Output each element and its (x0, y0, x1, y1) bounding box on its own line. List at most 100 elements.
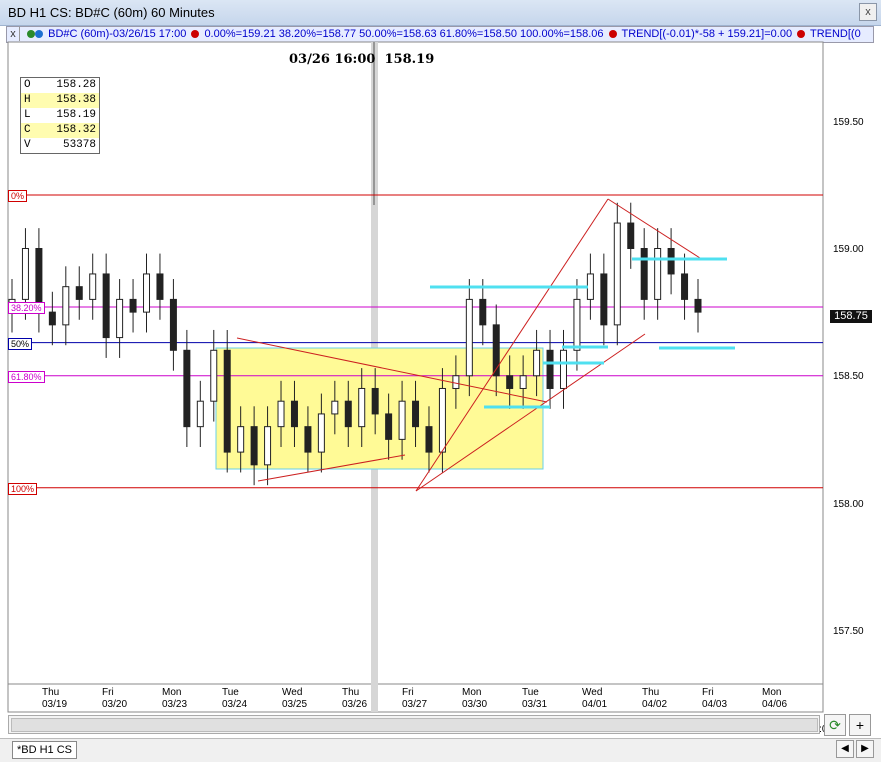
candle-body (129, 298, 137, 313)
crosshair-date: 03/26 16:00 (289, 52, 376, 67)
stat-value: 158.38 (56, 94, 96, 106)
crosshair-price: 158.19 (384, 52, 435, 67)
candle-body (573, 298, 581, 351)
study-bar: x BD#C (60m)-03/26/15 17:00 0.00%=159.21… (6, 26, 874, 43)
tab-right-icon[interactable]: ▶ (856, 740, 874, 758)
candle-body (600, 273, 608, 326)
stat-key: H (24, 94, 31, 106)
candle-body (183, 349, 191, 428)
candle-body (627, 222, 635, 250)
day-date: 03/30 (462, 699, 488, 710)
candle-body (21, 248, 29, 300)
stat-key: L (24, 109, 31, 121)
candle-body (223, 349, 231, 453)
trend-lines (236, 198, 701, 492)
candle-body (331, 400, 339, 415)
consolidation-box (215, 347, 544, 470)
stat-value: 158.32 (56, 124, 96, 136)
candle-body (290, 400, 298, 428)
stat-key: V (24, 139, 31, 151)
day-name: Mon (762, 687, 782, 698)
chart-plot-area (7, 41, 824, 713)
candle-body (196, 400, 204, 428)
last-price-tag: 158.75 (830, 310, 872, 323)
trend-line-upper (236, 337, 548, 403)
day-name: Fri (402, 687, 414, 698)
candle-body (48, 311, 56, 326)
window-title: BD H1 CS: BD#C (60m) 60 Minutes (8, 5, 215, 20)
y-axis-label: 159.50 (833, 117, 864, 128)
candle-body (102, 273, 110, 339)
horizontal-scrollbar[interactable] (8, 715, 820, 734)
day-label: Thu 04/02 (642, 687, 667, 711)
study-blue-dot-icon[interactable] (35, 30, 44, 38)
close-icon[interactable]: x (859, 3, 877, 21)
day-label: Thu 03/19 (42, 687, 67, 711)
day-label: Fri 03/27 (402, 687, 427, 711)
day-date: 04/01 (582, 699, 608, 710)
ohlc-panel: O 158.28 H 158.38 L 158.19 C 158.32 V 53378 (20, 77, 100, 154)
day-label: Mon 03/30 (462, 687, 487, 711)
fib-level-tag: 38.20% (8, 302, 45, 315)
crosshair-bar (371, 42, 378, 712)
candle-body (681, 273, 689, 300)
day-date: 04/03 (702, 699, 728, 710)
stat-row-volume: V 53378 (21, 138, 99, 153)
stat-row-open: O 158.28 (21, 78, 99, 93)
day-date: 03/25 (282, 699, 308, 710)
fib-level-tag: 50% (8, 337, 33, 350)
candle-body (304, 426, 312, 453)
candle-body (398, 400, 406, 440)
price-chart[interactable] (0, 0, 881, 761)
day-name: Fri (702, 687, 714, 698)
candle-body (89, 273, 97, 300)
trend2-dot-icon[interactable] (797, 30, 806, 38)
stat-value: 158.28 (56, 79, 96, 91)
candle-body (62, 286, 70, 326)
fib-level-tag: 61.80% (8, 370, 45, 383)
day-name: Wed (282, 687, 303, 698)
refresh-icon[interactable]: ⟳ (824, 714, 846, 736)
day-name: Tue (222, 687, 239, 698)
candle-body (317, 413, 325, 453)
tab-left-icon[interactable]: ◀ (836, 740, 854, 758)
day-date: 03/20 (102, 699, 128, 710)
candle-body (438, 387, 446, 453)
y-axis-label: 158.50 (833, 371, 864, 382)
candle-body (465, 298, 473, 377)
stat-value: 53378 (62, 139, 96, 151)
y-axis-label: 159.00 (833, 244, 864, 255)
fib-dot-icon[interactable] (191, 30, 200, 38)
study-trend2: TREND[(0 (809, 28, 861, 40)
candle-body (385, 413, 393, 440)
day-label: Tue 03/24 (222, 687, 247, 711)
candle-body (492, 324, 500, 377)
day-name: Mon (162, 687, 182, 698)
candle-body (667, 248, 675, 275)
chart-tab[interactable]: *BD H1 CS (12, 741, 78, 759)
day-label: Wed 03/25 (282, 687, 307, 711)
scrollbar-thumb[interactable] (11, 718, 818, 732)
trend-line-lower (257, 454, 406, 482)
study-green-dot-icon[interactable] (27, 30, 36, 38)
study-fib-text: 0.00%=159.21 38.20%=158.77 50.00%=158.63… (204, 28, 604, 40)
day-name: Wed (582, 687, 603, 698)
candle-body (533, 349, 541, 377)
day-date: 03/27 (402, 699, 428, 710)
candle-body (156, 273, 164, 300)
trend1-dot-icon[interactable] (608, 30, 617, 38)
stat-row-high: H 158.38 (21, 93, 99, 108)
candle-body (371, 387, 379, 415)
study-close-icon[interactable]: x (7, 27, 20, 41)
candle-body (586, 273, 594, 300)
y-axis-label: 157.50 (833, 626, 864, 637)
stat-key: C (24, 124, 31, 136)
zoom-in-button[interactable]: + (849, 714, 871, 736)
day-date: 03/24 (222, 699, 248, 710)
candle-body (519, 375, 527, 389)
candle-body (452, 375, 460, 389)
day-date: 03/19 (42, 699, 68, 710)
candle-body (264, 426, 272, 466)
study-trend1: TREND[(-0.01)*-58 + 159.21]=0.00 (621, 28, 793, 40)
stat-row-low: L 158.19 (21, 108, 99, 123)
